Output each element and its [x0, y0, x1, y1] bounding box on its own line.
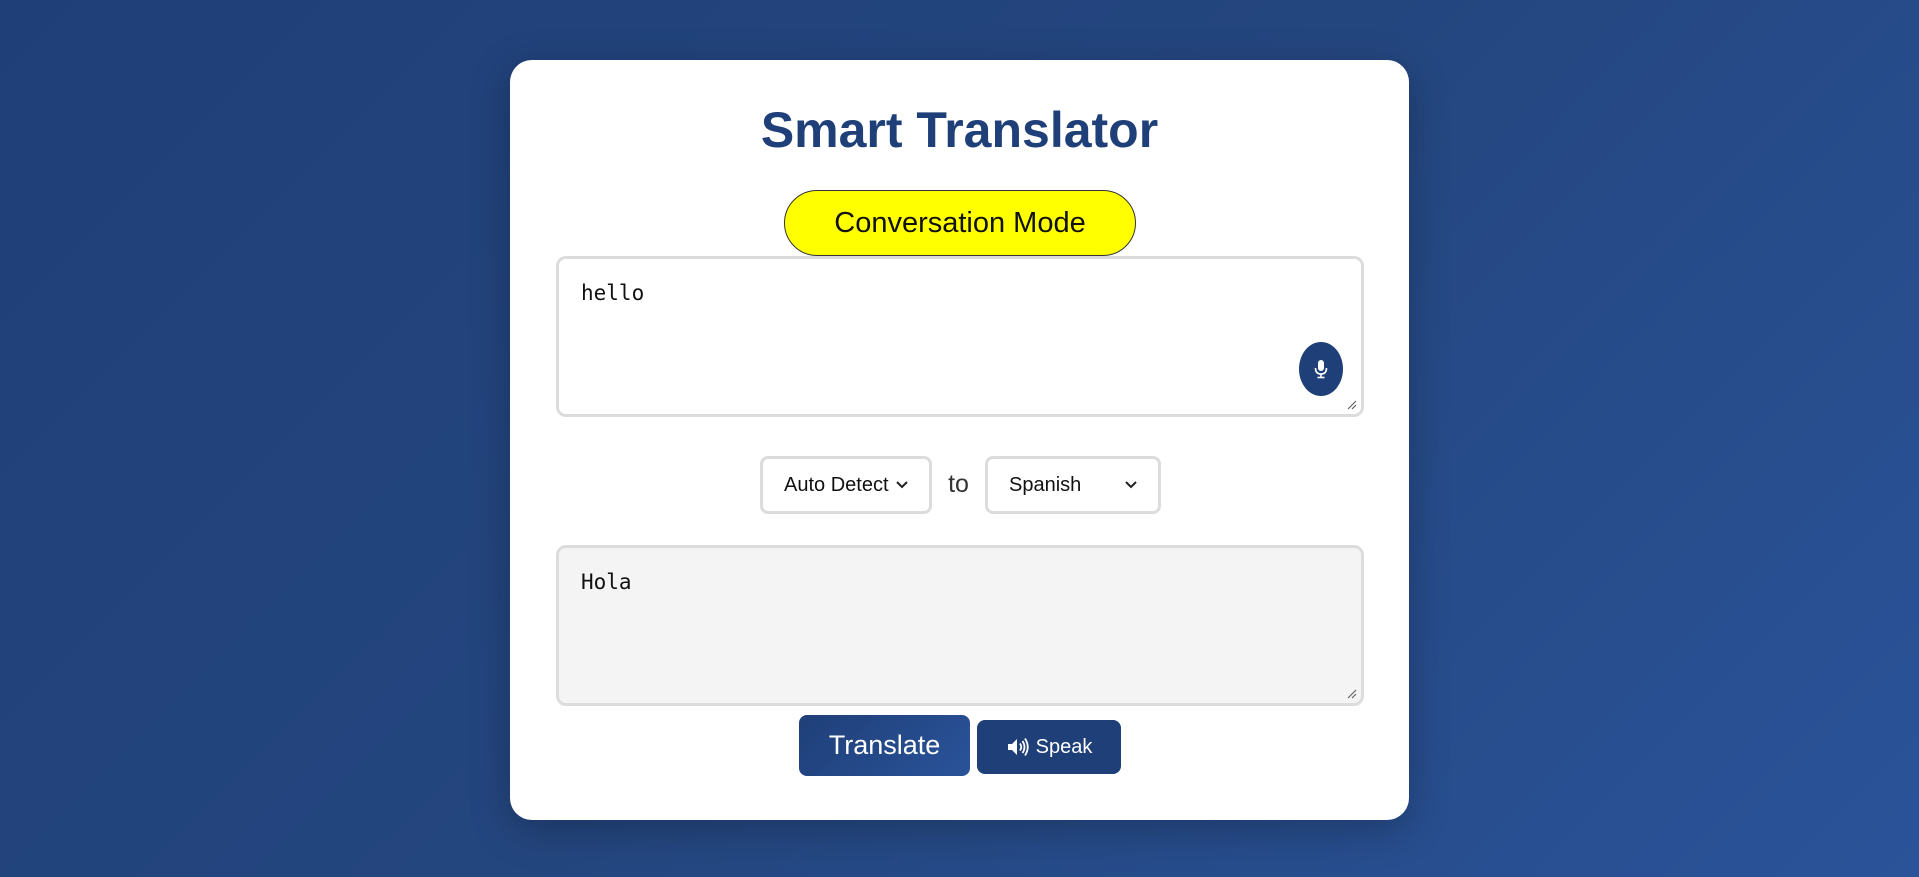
resize-grip-icon[interactable]	[1347, 689, 1357, 699]
source-language-select[interactable]: Auto Detect	[760, 456, 932, 514]
chevron-down-icon	[1125, 481, 1137, 489]
speak-button[interactable]: Speak	[977, 720, 1121, 774]
microphone-button[interactable]	[1299, 342, 1343, 396]
translation-output[interactable]: Hola	[559, 548, 1361, 703]
chevron-down-icon	[896, 481, 908, 489]
source-text-box: hello	[556, 256, 1364, 417]
target-language-value: Spanish	[1009, 473, 1082, 496]
microphone-icon	[1314, 360, 1328, 379]
conversation-mode-button[interactable]: Conversation Mode	[784, 190, 1136, 256]
target-language-select[interactable]: Spanish	[985, 456, 1161, 514]
speak-label: Speak	[1035, 735, 1093, 758]
source-language-value: Auto Detect	[784, 473, 889, 496]
translate-button[interactable]: Translate	[799, 715, 970, 776]
translation-output-box: Hola	[556, 545, 1364, 706]
language-separator: to	[948, 470, 969, 498]
source-text-input[interactable]: hello	[559, 259, 1361, 414]
page-title: Smart Translator	[760, 102, 1159, 158]
resize-grip-icon[interactable]	[1347, 400, 1357, 410]
speaker-icon	[1007, 738, 1029, 756]
